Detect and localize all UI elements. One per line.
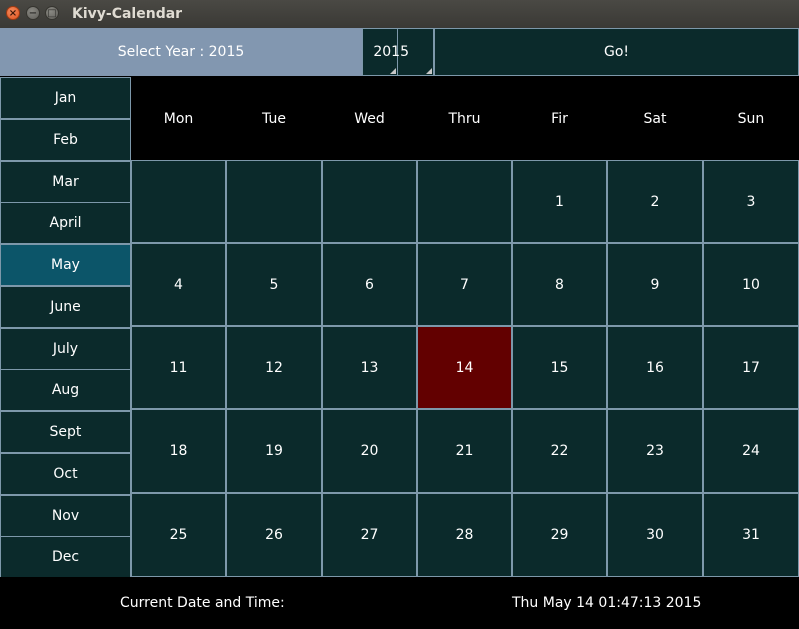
day-cell[interactable]: 5 <box>226 243 322 326</box>
day-cell[interactable]: 16 <box>607 326 703 409</box>
minimize-icon[interactable]: − <box>26 6 40 20</box>
day-cell[interactable]: 23 <box>607 409 703 493</box>
weekday-label: Fir <box>551 110 568 127</box>
month-button-sept[interactable]: Sept <box>0 411 131 453</box>
weekday-label: Tue <box>262 110 286 127</box>
day-cell[interactable]: 17 <box>703 326 799 409</box>
month-button-may[interactable]: May <box>0 244 131 286</box>
day-cell[interactable]: 11 <box>131 326 226 409</box>
day-cell[interactable]: 2 <box>607 160 703 243</box>
weekday-label: Sat <box>643 110 667 127</box>
month-button-july[interactable]: July <box>0 327 131 370</box>
month-button-dec[interactable]: Dec <box>0 536 131 579</box>
day-cell[interactable]: 1 <box>512 160 607 243</box>
weekday-label: Mon <box>163 110 194 127</box>
current-datetime-value: Thu May 14 01:47:13 2015 <box>512 595 702 611</box>
status-footer: Current Date and Time: Thu May 14 01:47:… <box>0 577 799 625</box>
day-cell[interactable]: 28 <box>417 493 512 577</box>
weekday-header: Mon Tue Wed Thru Fir Sat Sun <box>131 77 799 160</box>
select-year-label: Select Year : 2015 <box>0 28 362 76</box>
weekday-label: Sun <box>737 110 765 127</box>
empty-day-cell <box>226 160 322 243</box>
day-cell[interactable]: 14 <box>417 326 512 409</box>
day-cell[interactable]: 20 <box>322 409 417 493</box>
month-button-aug[interactable]: Aug <box>0 369 131 412</box>
day-cell[interactable]: 21 <box>417 409 512 493</box>
go-button[interactable]: Go! <box>434 28 799 76</box>
day-cell[interactable]: 30 <box>607 493 703 577</box>
month-button-jan[interactable]: Jan <box>0 77 131 119</box>
day-cell[interactable]: 7 <box>417 243 512 326</box>
day-cell[interactable]: 3 <box>703 160 799 243</box>
month-button-nov[interactable]: Nov <box>0 494 131 537</box>
day-cell[interactable]: 29 <box>512 493 607 577</box>
spinner-corner-icon <box>390 68 396 74</box>
month-button-mar[interactable]: Mar <box>0 160 131 203</box>
day-cell[interactable]: 25 <box>131 493 226 577</box>
current-datetime-label: Current Date and Time: <box>120 595 285 611</box>
day-cell[interactable]: 15 <box>512 326 607 409</box>
day-cell[interactable]: 6 <box>322 243 417 326</box>
day-cell[interactable]: 22 <box>512 409 607 493</box>
weekday-label: Thru <box>448 110 481 127</box>
year-spinner-value: 2015 <box>373 44 409 60</box>
title-bar: × − □ Kivy-Calendar <box>0 0 799 28</box>
day-cell[interactable]: 13 <box>322 326 417 409</box>
day-cell[interactable]: 18 <box>131 409 226 493</box>
day-cell[interactable]: 9 <box>607 243 703 326</box>
day-cell[interactable]: 27 <box>322 493 417 577</box>
month-button-oct[interactable]: Oct <box>0 452 131 495</box>
day-cell[interactable]: 26 <box>226 493 322 577</box>
day-cell[interactable]: 19 <box>226 409 322 493</box>
day-cell[interactable]: 8 <box>512 243 607 326</box>
month-button-feb[interactable]: Feb <box>0 118 131 161</box>
month-button-june[interactable]: June <box>0 285 131 328</box>
empty-day-cell <box>417 160 512 243</box>
day-cell[interactable]: 4 <box>131 243 226 326</box>
maximize-icon[interactable]: □ <box>45 6 59 20</box>
day-cell[interactable]: 31 <box>703 493 799 577</box>
window-title: Kivy-Calendar <box>72 6 183 22</box>
spinner-corner-icon <box>426 68 432 74</box>
day-cell[interactable]: 12 <box>226 326 322 409</box>
empty-day-cell <box>322 160 417 243</box>
day-cell[interactable]: 10 <box>703 243 799 326</box>
day-cell[interactable]: 24 <box>703 409 799 493</box>
close-icon[interactable]: × <box>6 6 20 20</box>
weekday-label: Wed <box>354 110 385 127</box>
empty-day-cell <box>131 160 226 243</box>
year-spinner[interactable]: 2015 <box>362 28 409 76</box>
month-button-april[interactable]: April <box>0 202 131 245</box>
